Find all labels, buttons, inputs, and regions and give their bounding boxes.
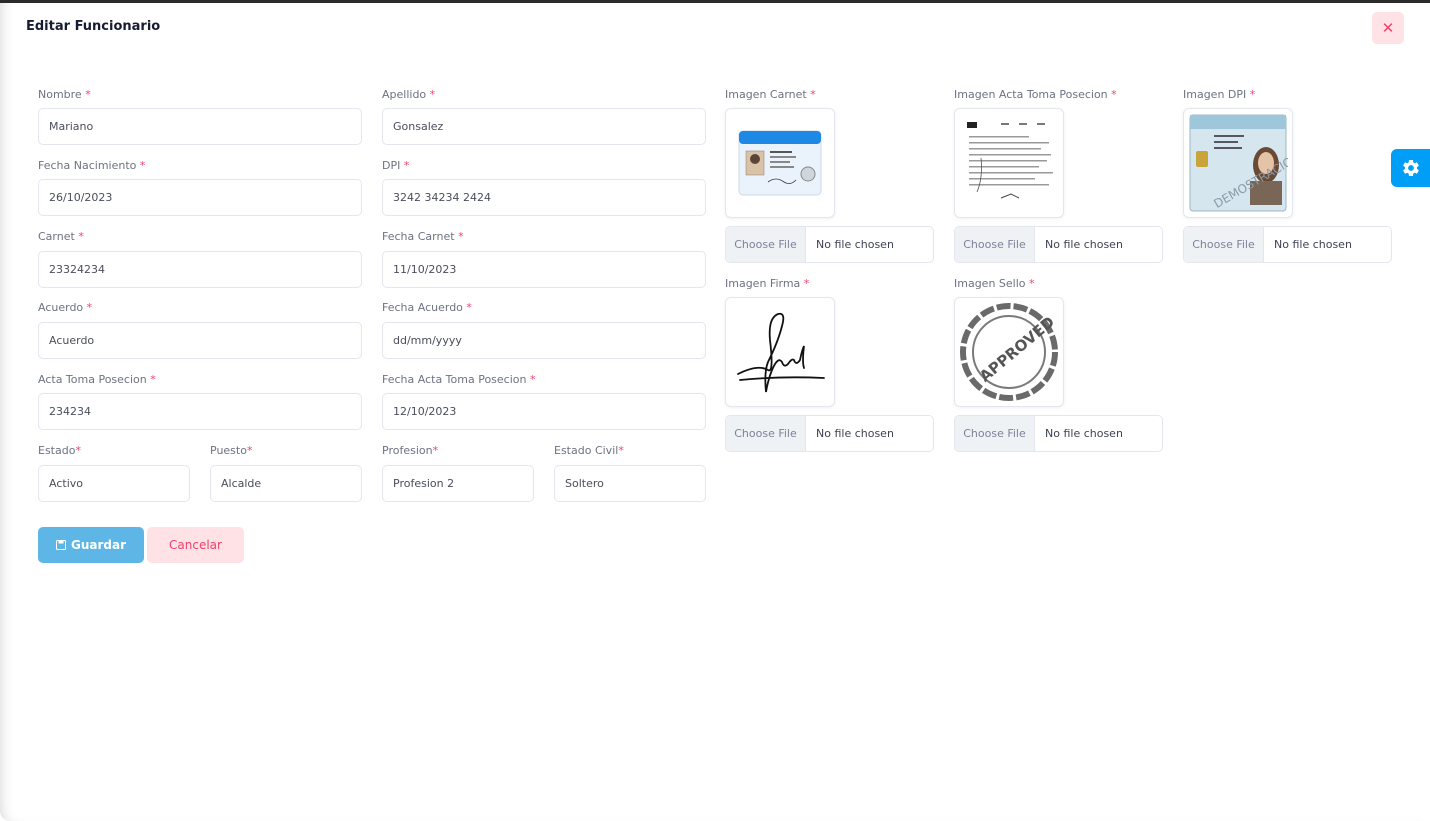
sello-file-input[interactable]: Choose File No file chosen [954, 415, 1163, 452]
carnet-label: Carnet * [38, 230, 84, 243]
stamp-image: APPROVED [960, 303, 1058, 401]
close-icon: ✕ [1381, 19, 1395, 37]
fecha-acta-toma-posecion-label: Fecha Acta Toma Posecion * [382, 373, 536, 386]
acuerdo-label: Acuerdo * [38, 301, 93, 314]
firma-image-preview [725, 297, 835, 407]
acta-image-preview [954, 108, 1064, 218]
save-icon [55, 540, 66, 550]
puesto-label: Puesto* [210, 444, 253, 457]
file-status: No file chosen [1274, 238, 1352, 251]
dpi-image-preview: DEMOSTRACION [1183, 108, 1293, 218]
fecha-acuerdo-input[interactable]: dd/mm/yyyy [382, 322, 706, 359]
save-button[interactable]: Guardar [38, 527, 144, 563]
dpi-label: DPI * [382, 159, 410, 172]
carnet-file-input[interactable]: Choose File No file chosen [725, 226, 934, 263]
imagen-acta-label: Imagen Acta Toma Posecion * [954, 88, 1117, 101]
imagen-sello-label: Imagen Sello * [954, 277, 1035, 290]
carnet-image-preview [725, 108, 835, 218]
fecha-carnet-label: Fecha Carnet * [382, 230, 464, 243]
save-button-label: Guardar [70, 538, 126, 552]
choose-file-button[interactable]: Choose File [955, 416, 1035, 451]
fecha-acta-toma-posecion-input[interactable]: 12/10/2023 [382, 393, 706, 430]
file-status: No file chosen [1045, 427, 1123, 440]
settings-button[interactable] [1391, 149, 1430, 187]
apellido-input[interactable]: Gonsalez [382, 108, 706, 145]
acuerdo-input[interactable]: Acuerdo [38, 322, 362, 359]
cancel-button[interactable]: Cancelar [147, 527, 244, 563]
carnet-input[interactable]: 23324234 [38, 251, 362, 288]
fecha-nacimiento-input[interactable]: 26/10/2023 [38, 179, 362, 216]
choose-file-button[interactable]: Choose File [1184, 227, 1264, 262]
imagen-firma-label: Imagen Firma * [725, 277, 810, 290]
choose-file-button[interactable]: Choose File [726, 227, 806, 262]
puesto-select[interactable]: Alcalde [210, 465, 362, 502]
acta-file-input[interactable]: Choose File No file chosen [954, 226, 1163, 263]
profesion-label: Profesion* [382, 444, 439, 457]
estado-civil-select[interactable]: Soltero [554, 465, 706, 502]
apellido-label: Apellido * [382, 88, 436, 101]
imagen-dpi-label: Imagen DPI * [1183, 88, 1256, 101]
estado-select[interactable]: Activo [38, 465, 190, 502]
signature-image [737, 312, 825, 393]
sello-image-preview: APPROVED [954, 297, 1064, 407]
choose-file-button[interactable]: Choose File [726, 416, 806, 451]
estado-label: Estado* [38, 444, 81, 457]
file-status: No file chosen [1045, 238, 1123, 251]
acta-toma-posecion-label: Acta Toma Posecion * [38, 373, 156, 386]
nombre-input[interactable]: Mariano [38, 108, 362, 145]
document-image [961, 118, 1057, 208]
close-button[interactable]: ✕ [1372, 12, 1404, 44]
estado-civil-label: Estado Civil* [554, 444, 624, 457]
fecha-nacimiento-label: Fecha Nacimiento * [38, 159, 146, 172]
imagen-carnet-label: Imagen Carnet * [725, 88, 816, 101]
profesion-select[interactable]: Profesion 2 [382, 465, 534, 502]
choose-file-button[interactable]: Choose File [955, 227, 1035, 262]
nombre-label: Nombre * [38, 88, 91, 101]
dpi-input[interactable]: 3242 34234 2424 [382, 179, 706, 216]
gear-icon [1402, 159, 1419, 177]
modal-title: Editar Funcionario [26, 19, 161, 34]
file-status: No file chosen [816, 238, 894, 251]
fecha-acuerdo-label: Fecha Acuerdo * [382, 301, 472, 314]
fecha-carnet-input[interactable]: 11/10/2023 [382, 251, 706, 288]
firma-file-input[interactable]: Choose File No file chosen [725, 415, 934, 452]
dpi-file-input[interactable]: Choose File No file chosen [1183, 226, 1392, 263]
acta-toma-posecion-input[interactable]: 234234 [38, 393, 362, 430]
file-status: No file chosen [816, 427, 894, 440]
id-card-image [738, 130, 822, 196]
dpi-card-image: DEMOSTRACION [1189, 114, 1288, 212]
